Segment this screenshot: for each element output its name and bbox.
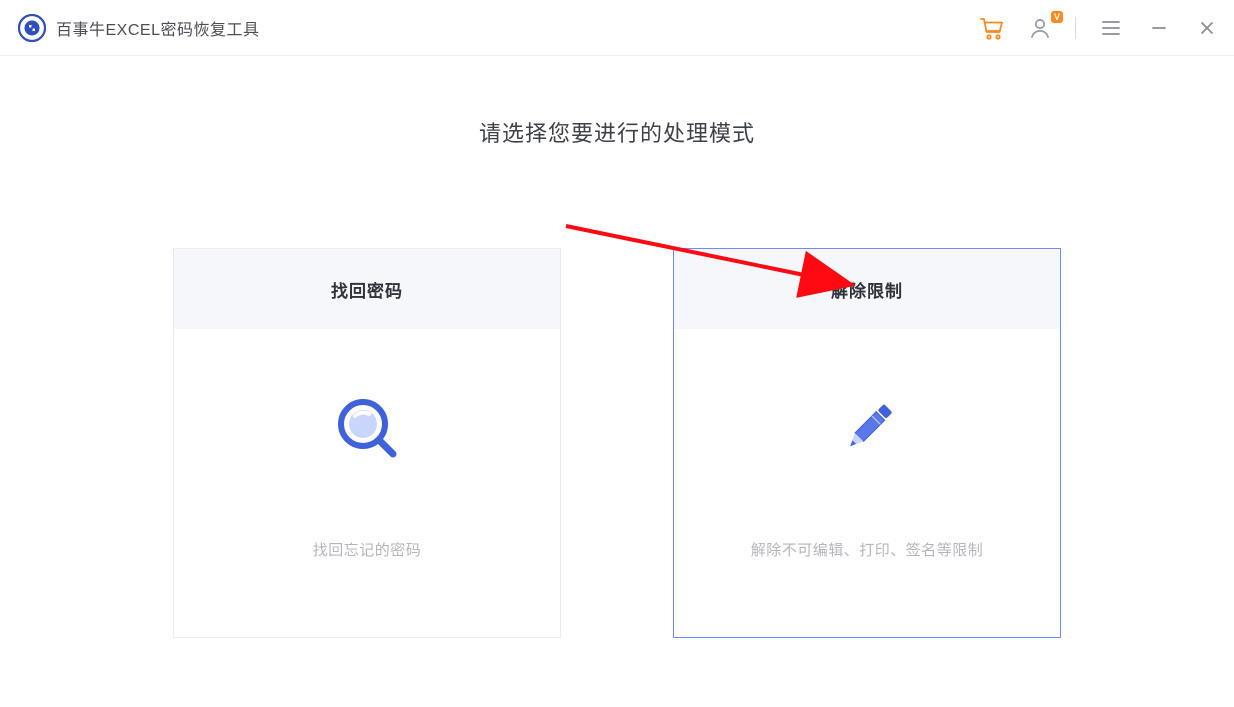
main-content: 请选择您要进行的处理模式 找回密码 找回忘记的密码 解除限制 — [0, 56, 1234, 638]
card-icon-wrap — [674, 329, 1060, 527]
titlebar-right: V — [979, 15, 1220, 41]
mode-card-row: 找回密码 找回忘记的密码 解除限制 — [173, 248, 1061, 638]
cart-icon — [979, 16, 1005, 40]
card-description: 找回忘记的密码 — [174, 527, 560, 637]
hamburger-icon — [1101, 19, 1121, 37]
search-icon — [331, 392, 403, 464]
user-icon — [1028, 16, 1052, 40]
card-title: 解除限制 — [674, 249, 1060, 329]
card-description: 解除不可编辑、打印、签名等限制 — [674, 527, 1060, 637]
pencil-icon — [832, 393, 902, 463]
card-title: 找回密码 — [174, 249, 560, 329]
card-icon-wrap — [174, 329, 560, 527]
menu-button[interactable] — [1098, 15, 1124, 41]
page-heading: 请选择您要进行的处理模式 — [479, 116, 755, 148]
close-button[interactable] — [1194, 15, 1220, 41]
titlebar-divider — [1075, 17, 1076, 39]
vip-badge: V — [1051, 11, 1063, 23]
minimize-button[interactable] — [1146, 15, 1172, 41]
mode-card-recover-password[interactable]: 找回密码 找回忘记的密码 — [173, 248, 561, 638]
app-title: 百事牛EXCEL密码恢复工具 — [56, 16, 259, 40]
mode-card-remove-restrictions[interactable]: 解除限制 解除不可编辑、打印、签名等限制 — [673, 248, 1061, 638]
app-logo — [18, 14, 46, 42]
close-icon — [1198, 19, 1216, 37]
titlebar: 百事牛EXCEL密码恢复工具 V — [0, 0, 1234, 56]
cart-button[interactable] — [979, 15, 1005, 41]
minimize-icon — [1150, 19, 1168, 37]
user-button[interactable]: V — [1027, 15, 1053, 41]
